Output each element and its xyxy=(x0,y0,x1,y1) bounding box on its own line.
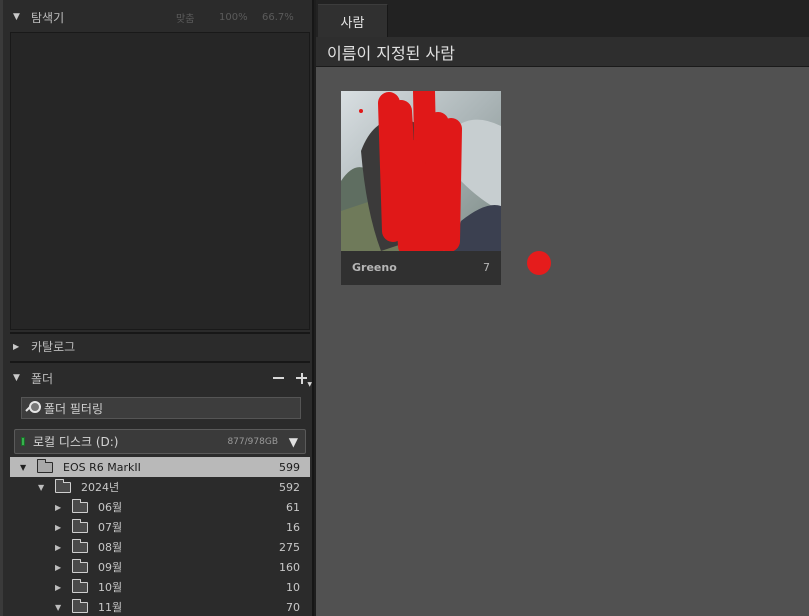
folder-icon xyxy=(37,458,53,473)
tab-bar: 사람 xyxy=(316,0,809,37)
folders-title: 폴더 xyxy=(31,371,54,386)
folder-label: 10월 xyxy=(98,581,123,594)
triangle-down-icon[interactable]: ▼ xyxy=(38,483,47,492)
disk-capacity: 877/978GB xyxy=(227,436,278,447)
folder-label: 08월 xyxy=(98,541,123,554)
section-title: 이름이 지정된 사람 xyxy=(316,37,809,67)
folder-label: 2024년 xyxy=(81,481,120,494)
folder-label: 06월 xyxy=(98,501,123,514)
folder-filter-input[interactable]: 폴더 필터링 xyxy=(21,397,301,419)
folder-count: 599 xyxy=(279,460,300,474)
catalog-title: 카탈로그 xyxy=(31,339,76,354)
folder-label: 11월 xyxy=(98,601,123,614)
triangle-down-icon[interactable]: ▼ xyxy=(55,603,64,612)
red-dot-marker xyxy=(527,251,551,275)
folder-count: 592 xyxy=(279,480,300,494)
folder-icon xyxy=(72,578,88,593)
navigator-header[interactable]: ▼ 탐색기 맞춤 100% 66.7% xyxy=(3,4,309,30)
folder-actions: ▼ xyxy=(273,365,312,391)
folder-label: EOS R6 MarkII xyxy=(63,460,141,474)
folder-row-10[interactable]: ▶ 10월 10 xyxy=(10,577,310,597)
folder-filter-placeholder: 폴더 필터링 xyxy=(44,401,104,416)
navigator-title: 탐색기 xyxy=(31,10,65,25)
zoom-66[interactable]: 66.7% xyxy=(262,4,294,30)
triangle-down-icon[interactable]: ▼ xyxy=(20,463,29,472)
folder-row-08[interactable]: ▶ 08월 275 xyxy=(10,537,310,557)
zoom-fit[interactable]: 맞춤 xyxy=(176,4,194,30)
triangle-right-icon[interactable]: ▶ xyxy=(55,583,64,592)
minus-icon[interactable] xyxy=(273,377,284,379)
search-icon xyxy=(26,401,41,415)
triangle-down-icon[interactable]: ▼ xyxy=(13,12,22,22)
folder-count: 275 xyxy=(279,540,300,554)
person-photo xyxy=(341,91,501,251)
person-card[interactable]: Greeno 7 xyxy=(341,91,501,285)
person-name: Greeno xyxy=(352,261,397,274)
plus-icon[interactable]: ▼ xyxy=(296,372,312,388)
folder-count: 16 xyxy=(286,520,300,534)
folder-icon xyxy=(55,478,71,493)
folder-row-07[interactable]: ▶ 07월 16 xyxy=(10,517,310,537)
left-edge xyxy=(0,0,3,616)
folder-count: 160 xyxy=(279,560,300,574)
person-photo-image xyxy=(341,91,501,251)
folder-count: 10 xyxy=(286,580,300,594)
triangle-right-icon[interactable]: ▶ xyxy=(55,523,64,532)
folder-row-06[interactable]: ▶ 06월 61 xyxy=(10,497,310,517)
folder-row-11[interactable]: ▼ 11월 70 xyxy=(10,597,310,616)
triangle-right-icon[interactable]: ▶ xyxy=(55,563,64,572)
folder-label: 09월 xyxy=(98,561,123,574)
navigator-preview xyxy=(10,32,310,330)
panel-divider xyxy=(10,361,310,363)
zoom-100[interactable]: 100% xyxy=(219,4,248,30)
tab-people[interactable]: 사람 xyxy=(318,4,388,37)
catalog-header[interactable]: ▶ 카탈로그 xyxy=(3,333,75,359)
people-view: 사람 이름이 지정된 사람 Greeno 7 xyxy=(316,0,809,616)
folder-icon xyxy=(72,518,88,533)
triangle-right-icon[interactable]: ▶ xyxy=(55,543,64,552)
folder-row-eos[interactable]: ▼ EOS R6 MarkII 599 xyxy=(10,457,310,477)
folder-row-2024[interactable]: ▼ 2024년 592 xyxy=(10,477,310,497)
disk-name: 로컬 디스크 (D:) xyxy=(33,435,119,449)
left-panel: ▼ 탐색기 맞춤 100% 66.7% ▶ 카탈로그 ▼ 폴더 ▼ 폴더 필터링… xyxy=(0,0,314,616)
triangle-down-icon[interactable]: ▼ xyxy=(13,373,22,383)
triangle-right-icon[interactable]: ▶ xyxy=(13,342,22,351)
triangle-right-icon[interactable]: ▶ xyxy=(55,503,64,512)
disk-selector[interactable]: 로컬 디스크 (D:) 877/978GB ▼ xyxy=(14,429,306,454)
disk-status-icon xyxy=(21,437,25,446)
triangle-down-icon[interactable]: ▼ xyxy=(289,435,298,449)
folders-header[interactable]: ▼ 폴더 ▼ xyxy=(3,365,312,391)
folder-icon xyxy=(72,598,88,613)
folder-count: 61 xyxy=(286,500,300,514)
folder-label: 07월 xyxy=(98,521,123,534)
folder-count: 70 xyxy=(286,600,300,614)
folder-icon xyxy=(72,498,88,513)
folder-tree: ▼ EOS R6 MarkII 599 ▼ 2024년 592 ▶ 06월 61… xyxy=(10,457,310,616)
person-count: 7 xyxy=(483,261,490,274)
folder-row-09[interactable]: ▶ 09월 160 xyxy=(10,557,310,577)
folder-icon xyxy=(72,538,88,553)
folder-icon xyxy=(72,558,88,573)
